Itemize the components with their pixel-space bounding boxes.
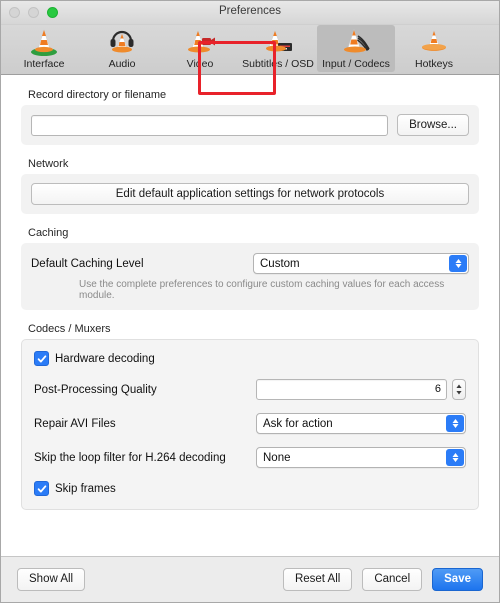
repair-avi-row: Repair AVI Files Ask for action [34,413,466,434]
tab-interface[interactable]: Interface [5,25,83,72]
vlc-cone-subtitles-icon [261,27,295,57]
check-icon [37,354,46,362]
post-processing-label: Post-Processing Quality [34,383,157,396]
tab-subtitles-osd[interactable]: Subtitles / OSD [239,25,317,72]
caching-hint-text: Use the complete preferences to configur… [79,279,445,301]
vlc-cone-input-codecs-icon [339,27,373,57]
post-processing-stepper[interactable] [452,379,466,400]
edit-network-protocol-defaults-button[interactable]: Edit default application settings for ne… [31,183,469,205]
skip-frames-label: Skip frames [55,482,116,495]
vlc-cone-interface-icon [27,27,61,57]
repair-avi-select[interactable]: Ask for action [256,413,466,434]
tab-video[interactable]: Video [161,25,239,72]
record-panel: Browse... [21,105,479,145]
tab-label: Input / Codecs [322,58,390,70]
codecs-section: Codecs / Muxers Hardware decoding Post-P [21,323,479,510]
window-titlebar: Preferences [1,1,499,25]
tab-hotkeys[interactable]: Hotkeys [395,25,473,72]
codecs-panel: Hardware decoding Post-Processing Qualit… [21,339,479,510]
vlc-cone-audio-icon [105,27,139,57]
tab-label: Video [186,58,214,70]
record-group-label: Record directory or filename [28,89,167,101]
post-processing-row: Post-Processing Quality [34,379,466,400]
loop-filter-select[interactable]: None [256,447,466,468]
network-group-label: Network [28,158,69,170]
record-section: Record directory or filename Browse... [21,89,479,145]
hardware-decoding-label: Hardware decoding [55,352,155,365]
chevron-updown-icon [446,415,464,432]
caching-panel: Default Caching Level Custom Use the com… [21,243,479,310]
skip-frames-row[interactable]: Skip frames [34,481,466,496]
loop-filter-label: Skip the loop filter for H.264 decoding [34,451,226,464]
save-button[interactable]: Save [432,568,483,591]
tab-label: Subtitles / OSD [242,58,314,70]
loop-filter-row: Skip the loop filter for H.264 decoding … [34,447,466,468]
show-all-button[interactable]: Show All [17,568,86,591]
chevron-updown-icon [446,449,464,466]
network-section: Network Edit default application setting… [21,158,479,214]
caching-level-label: Default Caching Level [31,257,144,270]
window-title: Preferences [218,5,281,17]
dialog-footer: Show All Reset All Cancel Save [1,556,499,602]
caching-group-label: Caching [28,227,69,239]
preferences-toolbar: Interface Audio Video Subtitles / OSD In… [1,25,499,95]
preferences-window: Preferences Interface Audio Video Subtit… [0,0,500,603]
tab-label: Audio [108,58,136,70]
tab-input-codecs[interactable]: Input / Codecs [317,25,395,72]
caching-section: Caching Default Caching Level Custom Use… [21,227,479,310]
reset-all-button[interactable]: Reset All [282,568,353,591]
preferences-content: Record directory or filename Browse... N… [1,75,499,556]
check-icon [37,484,46,492]
stepper-chevrons-icon [456,384,462,395]
cancel-button[interactable]: Cancel [362,568,423,591]
tab-label: Hotkeys [415,58,453,70]
caching-level-select[interactable]: Custom [253,253,469,274]
skip-frames-checkbox[interactable] [34,481,49,496]
codecs-group-label: Codecs / Muxers [28,323,111,335]
chevron-updown-icon [449,255,467,272]
caching-level-value: Custom [260,258,300,270]
tab-label: Interface [23,58,65,70]
network-panel: Edit default application settings for ne… [21,174,479,214]
post-processing-input[interactable] [256,379,447,400]
browse-button[interactable]: Browse... [397,114,469,136]
hardware-decoding-checkbox[interactable] [34,351,49,366]
vlc-cone-video-icon [183,27,217,57]
vlc-cone-hotkeys-icon [417,27,451,57]
record-path-input[interactable] [31,114,389,136]
hardware-decoding-row[interactable]: Hardware decoding [34,351,466,366]
loop-filter-value: None [263,452,291,464]
repair-avi-value: Ask for action [263,418,333,430]
repair-avi-label: Repair AVI Files [34,417,116,430]
tab-audio[interactable]: Audio [83,25,161,72]
